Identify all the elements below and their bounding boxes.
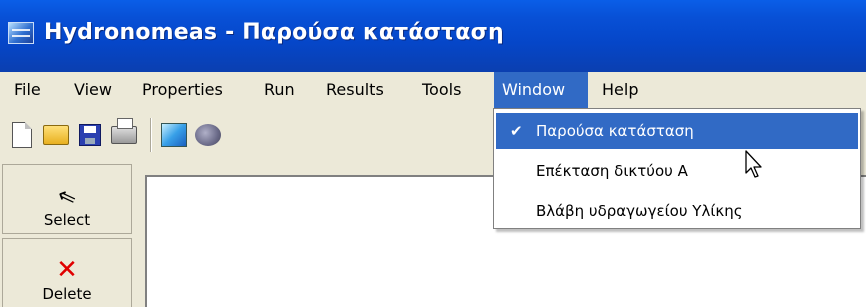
save-button[interactable] [74, 118, 106, 152]
hydronomeas-app-icon[interactable] [8, 22, 34, 44]
menu-window[interactable]: Window [494, 72, 588, 108]
hydronomeas-icon [161, 123, 187, 147]
open-button[interactable] [40, 118, 72, 152]
menu-tools[interactable]: Tools [414, 72, 469, 108]
brain-button[interactable] [192, 118, 224, 152]
arrow-cursor-icon: ⇖ [53, 182, 80, 213]
menu-run[interactable]: Run [256, 72, 303, 108]
new-document-button[interactable] [6, 118, 38, 152]
window-menu-item-aqueduct-failure[interactable]: Βλάβη υδραγωγείου Υλίκης [496, 193, 858, 229]
window-dropdown-menu: ✔ Παρούσα κατάσταση Επέκταση δικτύου Α Β… [493, 108, 861, 229]
printer-icon [111, 118, 137, 144]
window-menu-item-label: Βλάβη υδραγωγείου Υλίκης [536, 202, 743, 220]
select-tool-button[interactable]: ⇖ Select [2, 164, 132, 234]
brain-icon [195, 124, 221, 146]
menu-help[interactable]: Help [594, 72, 646, 108]
window-menu-item-network-expansion[interactable]: Επέκταση δικτύου Α [496, 153, 858, 189]
select-label: Select [43, 211, 91, 229]
hydronomeas-button[interactable] [158, 118, 190, 152]
open-folder-icon [43, 125, 69, 145]
red-x-icon: ✕ [56, 255, 78, 285]
title-bar[interactable]: Hydronomeas - Παρούσα κατάσταση [0, 0, 866, 72]
delete-tool-button[interactable]: ✕ Delete [2, 238, 132, 307]
window-menu-item-label: Επέκταση δικτύου Α [536, 162, 688, 180]
delete-label: Delete [42, 285, 92, 303]
print-button[interactable] [108, 118, 140, 152]
window-menu-item-current-state[interactable]: ✔ Παρούσα κατάσταση [496, 113, 858, 149]
menu-results[interactable]: Results [318, 72, 392, 108]
toolbar-separator [150, 118, 152, 152]
new-document-icon [12, 122, 32, 148]
side-panel: ⇖ Select ✕ Delete [0, 162, 145, 307]
window-menu-item-label: Παρούσα κατάσταση [536, 122, 694, 140]
menu-file[interactable]: File [6, 72, 49, 108]
save-disk-icon [79, 124, 101, 146]
window-title: Hydronomeas - Παρούσα κατάσταση [44, 20, 504, 45]
mouse-pointer-icon [745, 150, 762, 178]
menu-bar: File View Properties Run Results Tools W… [0, 72, 866, 109]
menu-view[interactable]: View [66, 72, 120, 108]
checkmark-icon: ✔ [510, 122, 523, 140]
menu-properties[interactable]: Properties [134, 72, 231, 108]
